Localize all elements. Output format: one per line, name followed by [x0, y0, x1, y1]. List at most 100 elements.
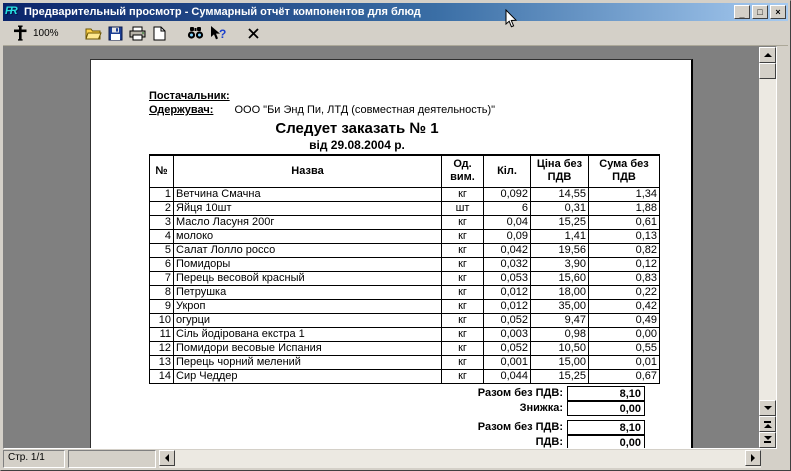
maximize-button[interactable]: □ [752, 5, 768, 19]
cell-sum: 0,13 [589, 229, 660, 243]
total-label: ПДВ: [149, 436, 567, 448]
binoculars-search-icon [187, 26, 204, 40]
cell-num: 6 [150, 257, 174, 271]
header-name: Назва [174, 155, 442, 187]
cell-price: 0,31 [531, 201, 589, 215]
cell-qty: 0,012 [484, 299, 531, 313]
cell-sum: 0,12 [589, 257, 660, 271]
save-report-button[interactable] [105, 22, 127, 44]
header-price: Ціна без ПДВ [531, 155, 589, 187]
left-arrow-icon [165, 454, 169, 462]
scroll-left-button[interactable] [159, 450, 175, 466]
cell-name: Перець весовой красный [174, 271, 442, 285]
close-button[interactable]: × [770, 5, 786, 19]
header-num: № [150, 155, 174, 187]
cell-price: 0,98 [531, 327, 589, 341]
total-label: Разом без ПДВ: [149, 387, 567, 399]
cell-name: молоко [174, 229, 442, 243]
cell-name: Укроп [174, 299, 442, 313]
cell-unit: шт [442, 201, 484, 215]
scroll-right-button[interactable] [745, 450, 761, 466]
horizontal-scrollbar[interactable] [159, 450, 761, 468]
cell-unit: кг [442, 327, 484, 341]
cell-unit: кг [442, 187, 484, 201]
cell-num: 4 [150, 229, 174, 243]
minimize-button[interactable]: _ [734, 5, 750, 19]
open-report-button[interactable] [83, 22, 105, 44]
scroll-up-button[interactable] [759, 47, 776, 63]
blank-page-icon [153, 26, 166, 41]
page-setup-button[interactable] [149, 22, 171, 44]
components-table: № Назва Од. вим. Кіл. Ціна без ПДВ Сума … [149, 154, 660, 384]
cell-qty: 0,044 [484, 369, 531, 383]
cell-unit: кг [442, 243, 484, 257]
receiver-value: ООО "Би Энд Пи, ЛТД (совместная деятельн… [234, 104, 495, 116]
save-floppy-icon [108, 26, 123, 41]
svg-text:?: ? [219, 27, 226, 41]
right-arrow-icon [751, 454, 755, 462]
fastreport-logo-icon: FR [5, 5, 21, 19]
page-down-icon [764, 441, 771, 443]
scroll-down-button[interactable] [759, 400, 776, 416]
cell-sum: 0,42 [589, 299, 660, 313]
cell-name: Сир Чеддер [174, 369, 442, 383]
cell-num: 13 [150, 355, 174, 369]
zoom-tool-icon [12, 25, 28, 41]
cell-name: Яйця 10шт [174, 201, 442, 215]
cell-unit: кг [442, 215, 484, 229]
zoom-tool-button[interactable] [9, 22, 31, 44]
cell-price: 15,25 [531, 369, 589, 383]
cell-unit: кг [442, 299, 484, 313]
close-preview-button[interactable] [243, 22, 265, 44]
previous-page-button[interactable] [759, 416, 776, 432]
page-number: Стр. 1/1 [8, 452, 45, 463]
page-up-arrow-icon [764, 424, 772, 428]
cell-qty: 0,09 [484, 229, 531, 243]
total-value: 0,00 [567, 435, 645, 450]
minimize-icon: _ [739, 9, 744, 19]
cell-num: 3 [150, 215, 174, 229]
cell-price: 9,47 [531, 313, 589, 327]
table-row: 11Сіль йодірована екстра 1кг0,0030,980,0… [150, 327, 660, 341]
vertical-scroll-track[interactable] [759, 79, 776, 400]
cell-qty: 0,003 [484, 327, 531, 341]
cell-num: 7 [150, 271, 174, 285]
cell-sum: 0,67 [589, 369, 660, 383]
cell-sum: 0,01 [589, 355, 660, 369]
down-arrow-icon [764, 406, 772, 410]
cell-qty: 0,04 [484, 215, 531, 229]
toolbar: 100% [3, 21, 788, 46]
cell-unit: кг [442, 271, 484, 285]
printer-icon [129, 26, 146, 41]
cell-sum: 1,34 [589, 187, 660, 201]
total-value: 8,10 [567, 420, 645, 435]
context-help-button[interactable]: ? [207, 22, 229, 44]
total-row: Разом без ПДВ:8,10 [149, 420, 645, 435]
table-row: 14Сир Чеддеркг0,04415,250,67 [150, 369, 660, 383]
titlebar[interactable]: FR Предварительный просмотр - Суммарный … [3, 3, 788, 21]
report-title: Следует заказать № 1 [91, 120, 623, 138]
cell-num: 8 [150, 285, 174, 299]
next-page-button[interactable] [759, 432, 776, 448]
close-icon: × [775, 7, 780, 17]
total-row: Знижка:0,00 [149, 401, 645, 416]
header-unit: Од. вим. [442, 155, 484, 187]
table-row: 9Укропкг0,01235,000,42 [150, 299, 660, 313]
vertical-scroll-thumb[interactable] [759, 63, 776, 79]
cell-name: Ветчина Смачна [174, 187, 442, 201]
cell-unit: кг [442, 313, 484, 327]
up-arrow-icon [764, 53, 772, 57]
table-header-row: № Назва Од. вим. Кіл. Ціна без ПДВ Сума … [150, 155, 660, 187]
cell-price: 15,60 [531, 271, 589, 285]
cell-name: Петрушка [174, 285, 442, 299]
horizontal-scroll-track[interactable] [175, 450, 745, 468]
print-button[interactable] [127, 22, 149, 44]
vertical-scrollbar[interactable] [759, 47, 776, 448]
zoom-level[interactable]: 100% [33, 28, 59, 39]
receiver-label: Одержувач: [149, 104, 230, 116]
cell-qty: 0,092 [484, 187, 531, 201]
cell-qty: 0,012 [484, 285, 531, 299]
cell-unit: кг [442, 355, 484, 369]
find-button[interactable] [185, 22, 207, 44]
cell-num: 1 [150, 187, 174, 201]
